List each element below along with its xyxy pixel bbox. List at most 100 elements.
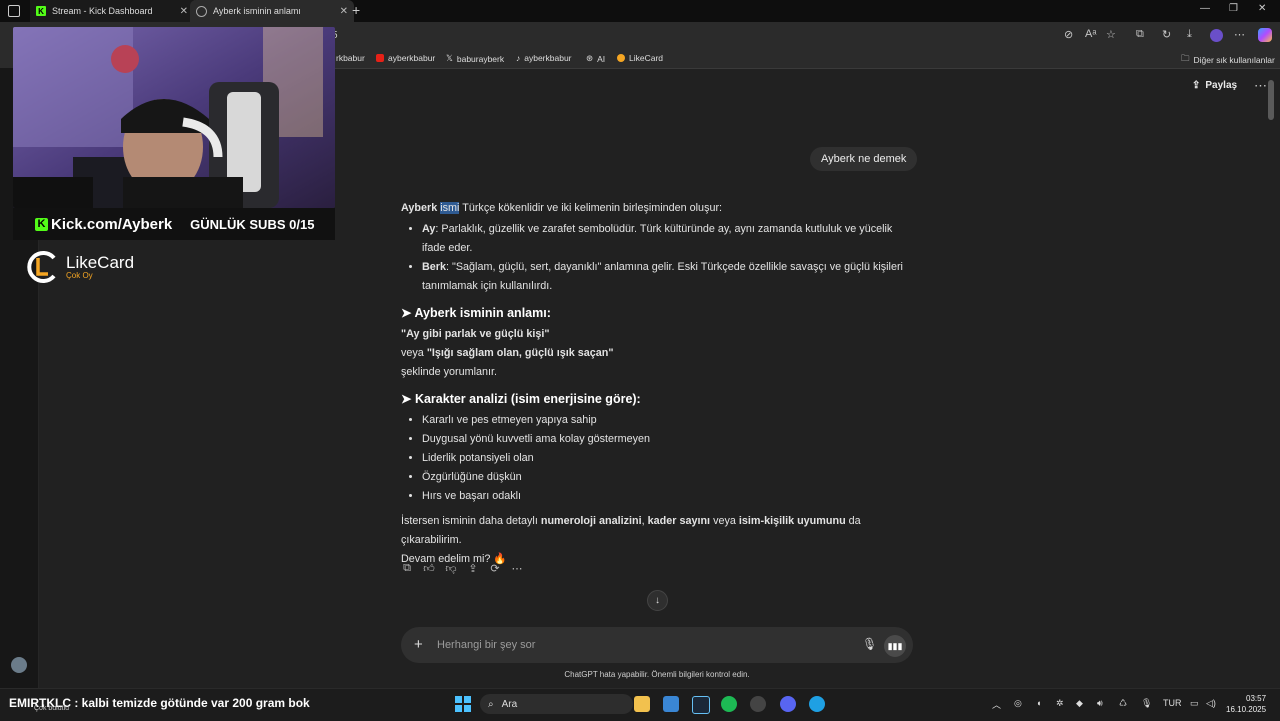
other-bookmarks[interactable]: 🗀 Diğer sık kullanılanlar — [1181, 53, 1275, 67]
close-tab-icon[interactable]: ✕ — [180, 6, 188, 17]
meaning-block: "Ay gibi parlak ve güçlü kişi" veya "Işı… — [401, 328, 614, 378]
kick-logo-icon: K — [35, 217, 48, 231]
list-item: Duygusal yönü kuvvetli ama kolay gösterm… — [422, 430, 913, 449]
tab-kick-dashboard[interactable]: K Stream - Kick Dashboard ✕ — [30, 0, 195, 22]
closing-paragraph: İstersen isminin daha detaylı numeroloji… — [401, 515, 861, 565]
traits-list: Kararlı ve pes etmeyen yapıya sahip Duyg… — [401, 411, 913, 506]
minimize-button[interactable]: — — [1200, 3, 1210, 14]
bookmark-item[interactable]: ⊛ AI — [586, 53, 605, 64]
volume-icon[interactable]: 🔊︎ — [1097, 698, 1103, 709]
youtube-icon — [376, 54, 384, 62]
read-aloud-icon[interactable]: ⊘ — [1064, 28, 1073, 41]
stream-info-bar: K Kick.com/Ayberk GÜNLÜK SUBS 0/15 — [13, 208, 335, 240]
tray-app-icon[interactable]: ◖ — [1036, 698, 1041, 708]
list-item: Berk: "Sağlam, güçlü, sert, dayanıklı" a… — [422, 258, 913, 296]
share-button[interactable]: ⇪ Paylaş — [1192, 80, 1237, 91]
extensions-icon[interactable]: ⧉ — [1136, 28, 1144, 41]
steam-icon[interactable] — [692, 696, 710, 714]
likecard-tagline: Çok Oy — [66, 270, 93, 280]
voice-mode-icon[interactable]: ▮▮▮ — [884, 635, 906, 657]
close-window-button[interactable]: ✕ — [1258, 3, 1266, 14]
list-item: Ay: Parlaklık, güzellik ve zarafet sembo… — [422, 220, 913, 258]
text-size-icon[interactable]: Aᵃ — [1085, 28, 1096, 40]
disclaimer: ChatGPT hata yapabilir. Önemli bilgileri… — [564, 670, 750, 679]
copy-icon[interactable]: ⧉ — [401, 562, 413, 575]
name-parts-list: Ay: Parlaklık, güzellik ve zarafet sembo… — [401, 220, 913, 296]
conversation-options-icon[interactable]: ⋯ — [1254, 78, 1267, 94]
store-icon[interactable] — [663, 696, 679, 712]
assistant-message: Ayberk ismi Türkçe kökenlidir ve iki kel… — [401, 199, 913, 569]
thumbs-down-icon[interactable]: 👎︎ — [445, 562, 457, 575]
user-message: Ayberk ne demek — [810, 147, 918, 171]
bookmark-item[interactable]: LikeCard — [617, 53, 663, 63]
likecard-icon — [617, 54, 625, 62]
bookmark-item[interactable]: 𝕏baburayberk — [446, 53, 504, 64]
clock-time: 03:57 — [1246, 694, 1267, 703]
tab-actions-icon[interactable] — [8, 5, 20, 17]
share-icon: ⇪ — [1192, 80, 1201, 91]
message-actions: ⧉ 👍︎ 👎︎ ⇪ ⟳ ⋯ — [401, 562, 523, 575]
spotify-icon[interactable] — [721, 696, 737, 712]
thumbs-up-icon[interactable]: 👍︎ — [423, 562, 435, 575]
steam-tray-icon[interactable]: ◆ — [1076, 698, 1083, 709]
scrollbar[interactable] — [1268, 80, 1274, 120]
prompt-placeholder[interactable]: Herhangi bir şey sor — [437, 639, 535, 651]
tab-title: Ayberk isminin anlamı — [213, 6, 301, 16]
list-item: Kararlı ve pes etmeyen yapıya sahip — [422, 411, 913, 430]
bookmark-item[interactable]: ayberkbabur — [376, 53, 435, 63]
speaker-icon[interactable]: ◁) — [1206, 698, 1216, 709]
attach-plus-icon[interactable]: + — [414, 636, 423, 653]
kick-url: Kick.com/Ayberk — [51, 215, 173, 233]
tab-chatgpt[interactable]: Ayberk isminin anlamı ✕ — [190, 0, 354, 22]
microphone-icon[interactable]: 🎙︎ — [862, 637, 877, 651]
download-icon[interactable]: ⤓ — [1187, 28, 1192, 41]
microphone-tray-icon[interactable]: 🎙︎ — [1141, 698, 1152, 709]
likecard-overlay: LikeCard Çok Oy — [26, 250, 134, 284]
list-item: Liderlik potansiyeli olan — [422, 449, 913, 468]
text-selection: ismi — [440, 202, 460, 214]
section-heading: ➤ Karakter analizi (isim enerjisine göre… — [401, 392, 641, 406]
language-indicator[interactable]: TUR — [1163, 698, 1182, 708]
share-icon[interactable]: ⇪ — [467, 562, 479, 575]
copilot-icon[interactable] — [1258, 28, 1272, 42]
bookmark-item[interactable]: rkbabur — [336, 53, 365, 63]
tray-overflow-icon[interactable]: ︿ — [992, 698, 1001, 711]
more-menu-icon[interactable]: ⋯ — [1234, 28, 1245, 41]
globe-icon — [196, 5, 207, 17]
history-icon[interactable]: ↻ — [1162, 28, 1171, 41]
x-icon: 𝕏 — [446, 53, 453, 63]
discord-icon[interactable] — [780, 696, 796, 712]
windows-start-icon[interactable] — [455, 696, 471, 712]
avatar[interactable] — [11, 657, 27, 673]
new-tab-button[interactable]: + — [352, 2, 360, 18]
list-item: Hırs ve başarı odaklı — [422, 487, 913, 506]
section-heading: ➤ Ayberk isminin anlamı: — [401, 306, 551, 320]
tiktok-icon: ♪ — [516, 53, 521, 63]
likecard-logo-icon — [27, 251, 56, 283]
file-explorer-icon[interactable] — [634, 696, 650, 712]
bookmark-item[interactable]: ♪ ayberkbabur — [516, 53, 572, 63]
tray-app-icon[interactable]: ◎ — [1014, 698, 1022, 709]
tray-app-icon[interactable]: ♺ — [1119, 698, 1127, 709]
subs-counter: GÜNLÜK SUBS 0/15 — [190, 216, 315, 232]
profile-avatar[interactable] — [1210, 29, 1223, 42]
weather-text: Çok bulutlu — [34, 705, 70, 712]
scroll-down-button[interactable]: ↓ — [647, 590, 668, 611]
edge-icon[interactable] — [809, 696, 825, 712]
favorite-star-icon[interactable]: ☆ — [1106, 28, 1116, 41]
openai-icon: ⊛ — [586, 53, 594, 63]
close-tab-icon[interactable]: ✕ — [340, 6, 348, 17]
search-icon: ⌕ — [488, 698, 494, 710]
tab-title: Stream - Kick Dashboard — [52, 6, 153, 16]
system-clock[interactable]: 03:57 16.10.2025 — [1226, 693, 1266, 715]
intro-paragraph: Ayberk ismi Türkçe kökenlidir ve iki kel… — [401, 202, 723, 214]
more-icon[interactable]: ⋯ — [511, 562, 523, 575]
taskbar-search[interactable]: ⌕ Ara — [480, 694, 633, 714]
maximize-button[interactable]: ❐ — [1229, 3, 1238, 14]
likecard-name: LikeCard — [66, 252, 135, 272]
tray-app-icon[interactable]: ✲ — [1056, 698, 1064, 709]
network-icon[interactable]: ▭ — [1190, 698, 1199, 709]
regenerate-icon[interactable]: ⟳ — [489, 562, 501, 575]
list-item: Özgürlüğüne düşkün — [422, 468, 913, 487]
obs-icon[interactable] — [750, 696, 766, 712]
